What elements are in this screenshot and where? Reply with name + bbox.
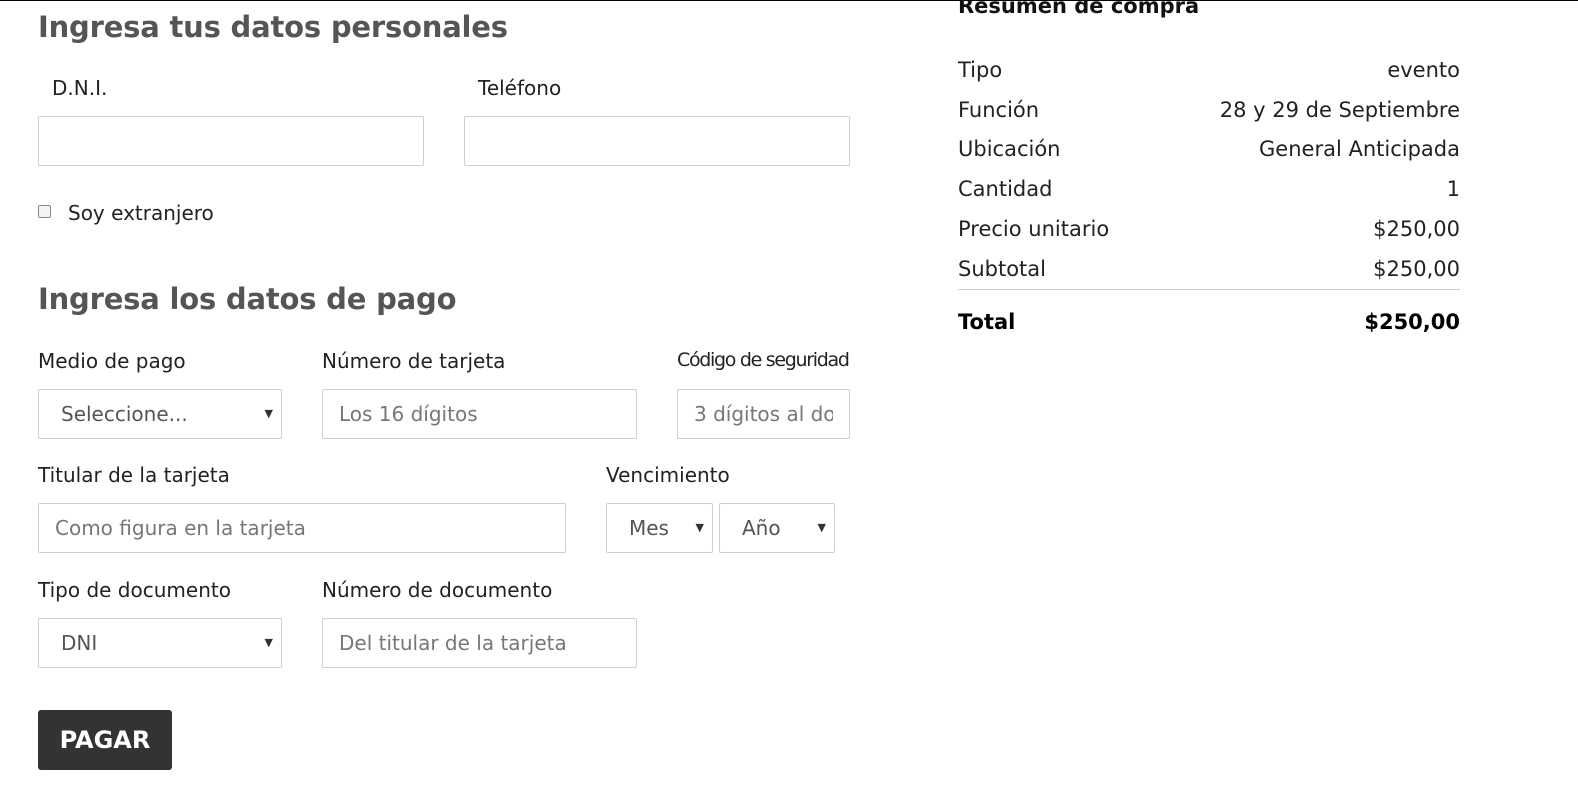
top-border (0, 0, 1578, 1)
chevron-down-icon: ▼ (817, 521, 826, 534)
document-type-select[interactable]: DNI ▼ (38, 618, 282, 668)
payment-data-heading: Ingresa los datos de pago (38, 282, 457, 316)
security-code-label: Código de seguridad (677, 349, 850, 371)
summary-row-label: Precio unitario (958, 217, 1110, 241)
phone-label: Teléfono (478, 76, 562, 100)
document-number-input[interactable] (322, 618, 637, 668)
expiry-year-value: Año (742, 516, 781, 540)
summary-row-location: Ubicación General Anticipada (958, 134, 1460, 164)
card-holder-input[interactable] (38, 503, 566, 553)
foreign-checkbox[interactable] (38, 205, 51, 218)
summary-total-value: $250,00 (1364, 310, 1460, 334)
payment-method-select[interactable]: Seleccione... ▼ (38, 389, 282, 439)
summary-row-quantity: Cantidad 1 (958, 174, 1460, 204)
document-type-value: DNI (61, 631, 98, 655)
chevron-down-icon: ▼ (264, 407, 273, 420)
card-number-input[interactable] (322, 389, 637, 439)
document-number-label: Número de documento (322, 578, 553, 602)
summary-row-label: Subtotal (958, 257, 1046, 281)
summary-total-label: Total (958, 310, 1016, 334)
card-holder-label: Titular de la tarjeta (38, 463, 230, 487)
foreign-label: Soy extranjero (68, 201, 214, 225)
summary-row-value: $250,00 (1373, 257, 1460, 281)
summary-row-value: evento (1387, 58, 1460, 82)
summary-row-type: Tipo evento (958, 55, 1460, 85)
summary-row-value: General Anticipada (1259, 137, 1460, 161)
summary-row-function: Función 28 y 29 de Septiembre (958, 95, 1460, 125)
summary-title: Resumen de compra (958, 0, 1200, 18)
summary-row-label: Cantidad (958, 177, 1053, 201)
security-code-input[interactable] (677, 389, 850, 439)
dni-label: D.N.I. (52, 76, 108, 100)
summary-row-label: Ubicación (958, 137, 1061, 161)
expiry-label: Vencimiento (606, 463, 730, 487)
chevron-down-icon: ▼ (695, 521, 704, 534)
personal-data-heading: Ingresa tus datos personales (38, 10, 508, 44)
payment-method-value: Seleccione... (61, 402, 188, 426)
summary-row-label: Función (958, 98, 1040, 122)
summary-row-value: 28 y 29 de Septiembre (1219, 98, 1460, 122)
summary-row-label: Tipo (958, 58, 1003, 82)
summary-row-unit-price: Precio unitario $250,00 (958, 214, 1460, 244)
summary-row-total: Total $250,00 (958, 307, 1460, 337)
expiry-month-value: Mes (629, 516, 669, 540)
expiry-month-select[interactable]: Mes ▼ (606, 503, 713, 553)
summary-row-value: $250,00 (1373, 217, 1460, 241)
phone-input[interactable] (464, 116, 850, 166)
chevron-down-icon: ▼ (264, 636, 273, 649)
dni-input[interactable] (38, 116, 424, 166)
document-type-label: Tipo de documento (38, 578, 231, 602)
expiry-year-select[interactable]: Año ▼ (719, 503, 835, 553)
payment-method-label: Medio de pago (38, 349, 186, 373)
pay-button[interactable]: PAGAR (38, 710, 172, 770)
summary-row-subtotal: Subtotal $250,00 (958, 254, 1460, 284)
summary-row-value: 1 (1446, 177, 1460, 201)
card-number-label: Número de tarjeta (322, 349, 506, 373)
summary-divider (958, 289, 1460, 290)
